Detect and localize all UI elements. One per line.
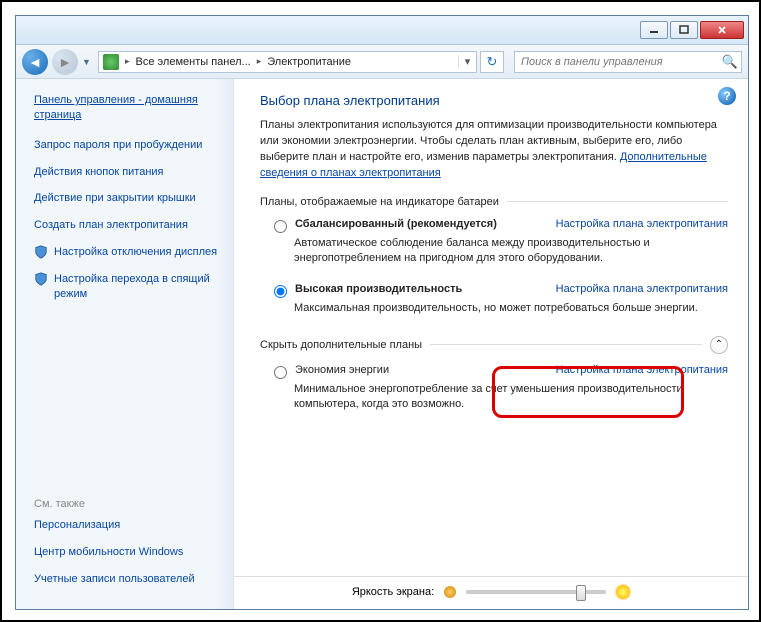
group-label: Планы, отображаемые на индикаторе батаре… — [260, 196, 499, 208]
help-icon[interactable]: ? — [718, 87, 736, 105]
group-label: Скрыть дополнительные планы — [260, 339, 422, 351]
back-button[interactable]: ◄ — [22, 49, 48, 75]
plan-high-performance-desc: Максимальная производительность, но може… — [294, 301, 728, 316]
brightness-row: Яркость экрана: — [234, 576, 748, 599]
titlebar — [16, 16, 748, 45]
page-title: Выбор плана электропитания — [260, 93, 728, 108]
sidebar: Панель управления - домашняя страница За… — [16, 79, 234, 609]
breadcrumb-seg-1[interactable]: Все элементы панел... — [132, 56, 255, 68]
control-panel-home-link[interactable]: Панель управления - домашняя страница — [34, 93, 223, 124]
plan-power-saver-radio[interactable] — [274, 366, 287, 379]
sun-dim-icon — [444, 586, 456, 598]
intro-text: Планы электропитания используются для оп… — [260, 118, 728, 182]
see-also-personalization[interactable]: Персонализация — [34, 518, 223, 533]
plan-balanced-radio[interactable] — [274, 220, 287, 233]
see-also-user-accounts[interactable]: Учетные записи пользователей — [34, 572, 223, 587]
sidebar-link-create-plan[interactable]: Создать план электропитания — [34, 218, 223, 233]
search-box: 🔍 — [514, 51, 742, 73]
sidebar-item-label: Настройка перехода в спящий режим — [54, 272, 223, 302]
breadcrumb-dropdown[interactable]: ▾ — [458, 55, 476, 68]
sidebar-link-power-buttons[interactable]: Действия кнопок питания — [34, 165, 223, 180]
sidebar-link-lid-close[interactable]: Действие при закрытии крышки — [34, 191, 223, 206]
minimize-button[interactable] — [640, 21, 668, 39]
brightness-label: Яркость экрана: — [352, 586, 434, 598]
navbar: ◄ ► ▼ ▸ Все элементы панел... ▸ Электроп… — [16, 45, 748, 79]
plan-high-performance-config-link[interactable]: Настройка плана электропитания — [556, 283, 728, 295]
control-panel-icon — [103, 54, 119, 70]
group-additional-plans: Скрыть дополнительные планы ⌃ — [260, 336, 728, 354]
main-content: ? Выбор плана электропитания Планы элект… — [234, 79, 748, 609]
plan-balanced: Сбалансированный (рекомендуется) Настрой… — [274, 218, 728, 267]
plan-balanced-name: Сбалансированный (рекомендуется) — [295, 218, 497, 230]
plan-high-performance-name: Высокая производительность — [295, 283, 462, 295]
forward-button[interactable]: ► — [52, 49, 78, 75]
sidebar-link-sleep[interactable]: Настройка перехода в спящий режим — [34, 272, 223, 302]
see-also-mobility-center[interactable]: Центр мобильности Windows — [34, 545, 223, 560]
plan-power-saver-desc: Минимальное энергопотребление за счет ум… — [294, 382, 728, 413]
plan-balanced-desc: Автоматическое соблюдение баланса между … — [294, 236, 728, 267]
chevron-right-icon: ▸ — [123, 56, 132, 67]
search-input[interactable] — [515, 56, 719, 68]
maximize-button[interactable] — [670, 21, 698, 39]
plan-power-saver: Экономия энергии Настройка плана электро… — [274, 364, 728, 413]
plan-high-performance-radio[interactable] — [274, 285, 287, 298]
chevron-right-icon: ▸ — [255, 56, 264, 67]
plan-balanced-config-link[interactable]: Настройка плана электропитания — [556, 218, 728, 230]
shield-icon — [34, 272, 48, 286]
sun-bright-icon — [616, 585, 630, 599]
slider-thumb[interactable] — [576, 585, 586, 601]
window: ◄ ► ▼ ▸ Все элементы панел... ▸ Электроп… — [15, 15, 749, 610]
plan-power-saver-name: Экономия энергии — [295, 364, 389, 376]
sidebar-link-password[interactable]: Запрос пароля при пробуждении — [34, 138, 223, 153]
shield-icon — [34, 245, 48, 259]
breadcrumb-seg-2[interactable]: Электропитание — [263, 56, 355, 68]
nav-history-dropdown[interactable]: ▼ — [82, 57, 94, 67]
brightness-slider[interactable] — [466, 590, 606, 594]
see-also-heading: См. также — [34, 498, 223, 510]
plan-power-saver-config-link[interactable]: Настройка плана электропитания — [556, 364, 728, 376]
sidebar-item-label: Настройка отключения дисплея — [54, 245, 217, 260]
plan-high-performance: Высокая производительность Настройка пла… — [274, 283, 728, 316]
close-button[interactable] — [700, 21, 744, 39]
group-battery-plans: Планы, отображаемые на индикаторе батаре… — [260, 196, 728, 208]
breadcrumb[interactable]: ▸ Все элементы панел... ▸ Электропитание… — [98, 51, 477, 73]
sidebar-link-display-off[interactable]: Настройка отключения дисплея — [34, 245, 223, 260]
collapse-toggle[interactable]: ⌃ — [710, 336, 728, 354]
search-icon[interactable]: 🔍 — [719, 54, 741, 70]
refresh-button[interactable]: ↻ — [480, 51, 504, 73]
